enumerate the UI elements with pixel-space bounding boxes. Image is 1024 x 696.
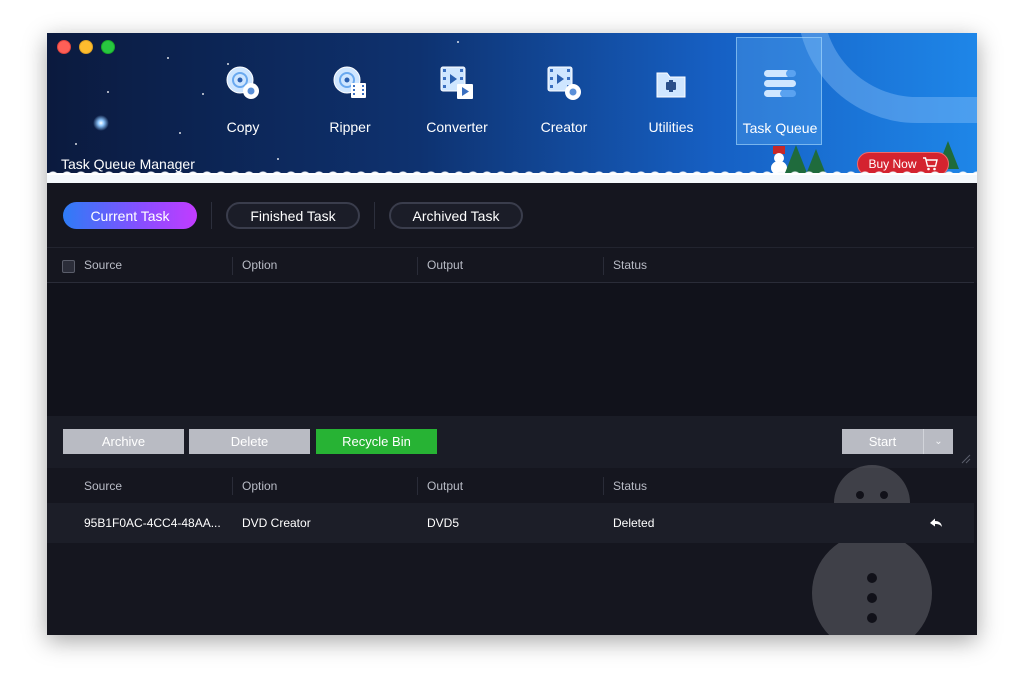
column-divider <box>417 257 418 275</box>
tab-archived-task[interactable]: Archived Task <box>389 202 523 229</box>
action-toolbar: Archive Delete Recycle Bin Start ⌄ <box>47 416 977 468</box>
disc-film-icon <box>333 66 366 98</box>
recycle-bin-button[interactable]: Recycle Bin <box>316 429 437 454</box>
column-output[interactable]: Output <box>427 248 463 282</box>
nav-creator[interactable]: Creator <box>521 37 607 145</box>
queue-icon <box>764 70 796 97</box>
tab-finished-task[interactable]: Finished Task <box>226 202 360 229</box>
nav-ripper[interactable]: Ripper <box>307 37 393 145</box>
table-row[interactable]: 95B1F0AC-4CC4-48AA... DVD Creator DVD5 D… <box>47 503 974 543</box>
delete-button[interactable]: Delete <box>189 429 310 454</box>
column-divider <box>417 477 418 495</box>
nav-ripper-label: Ripper <box>329 119 371 135</box>
tab-divider <box>211 202 212 229</box>
restore-icon[interactable] <box>929 516 943 530</box>
column-divider <box>232 477 233 495</box>
nav-utilities-label: Utilities <box>648 119 694 135</box>
zoom-window-button[interactable] <box>101 40 115 54</box>
column-output[interactable]: Output <box>427 468 463 503</box>
row-source: 95B1F0AC-4CC4-48AA... <box>84 516 221 530</box>
column-divider <box>603 477 604 495</box>
decorative-ribbon <box>797 33 977 123</box>
column-divider <box>603 257 604 275</box>
tab-current-task[interactable]: Current Task <box>63 202 197 229</box>
sparkle-icon <box>93 115 109 131</box>
row-status: Deleted <box>613 516 655 530</box>
archive-button[interactable]: Archive <box>63 429 184 454</box>
nav-task-queue[interactable]: Task Queue <box>736 37 822 145</box>
column-status[interactable]: Status <box>613 468 647 503</box>
snow-ground-decoration <box>47 173 977 183</box>
disc-icon <box>226 66 259 99</box>
column-status[interactable]: Status <box>613 248 647 282</box>
nav-creator-label: Creator <box>540 119 588 135</box>
column-option[interactable]: Option <box>242 468 277 503</box>
column-source[interactable]: Source <box>84 468 122 503</box>
task-table-header: Source Option Output Status <box>47 247 974 283</box>
nav-converter-label: Converter <box>426 119 488 135</box>
tab-divider <box>374 202 375 229</box>
column-source[interactable]: Source <box>84 248 122 282</box>
task-list-area <box>47 283 977 416</box>
header-banner: Copy Ripper Converter Creator Utilities … <box>47 33 977 183</box>
nav-utilities[interactable]: Utilities <box>628 37 714 145</box>
start-button[interactable]: Start <box>842 429 924 454</box>
minimize-window-button[interactable] <box>79 40 93 54</box>
film-disc-icon <box>547 66 581 100</box>
toolbox-icon <box>656 72 686 98</box>
row-output: DVD5 <box>427 516 460 530</box>
resize-grip-icon[interactable] <box>961 454 971 464</box>
start-options-dropdown[interactable]: ⌄ <box>924 429 953 454</box>
select-all-checkbox[interactable] <box>62 260 75 273</box>
row-option: DVD Creator <box>242 516 311 530</box>
column-divider <box>232 257 233 275</box>
film-convert-icon <box>440 66 473 99</box>
nav-copy[interactable]: Copy <box>200 37 286 145</box>
nav-task-queue-label: Task Queue <box>742 120 818 136</box>
close-window-button[interactable] <box>57 40 71 54</box>
snowman-background-decoration <box>812 465 932 635</box>
app-window: Copy Ripper Converter Creator Utilities … <box>47 33 977 635</box>
column-option[interactable]: Option <box>242 248 277 282</box>
nav-converter[interactable]: Converter <box>414 37 500 145</box>
task-tabs: Current Task Finished Task Archived Task <box>63 202 523 229</box>
nav-copy-label: Copy <box>226 119 260 135</box>
